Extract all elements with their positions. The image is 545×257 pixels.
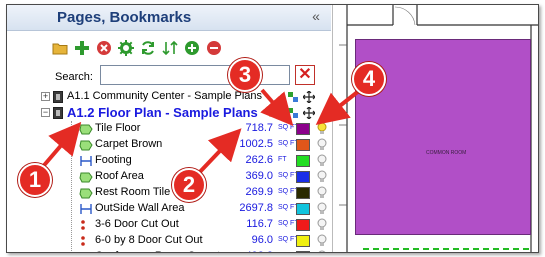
- add-icon[interactable]: [73, 39, 91, 57]
- condition-quantity: 492.8: [245, 250, 273, 252]
- sheet-highlight-icon[interactable]: [269, 107, 279, 120]
- folder-icon[interactable]: [51, 39, 69, 57]
- condition-quantity: 116.7: [246, 218, 273, 230]
- sheet-row[interactable]: − A1.2 Floor Plan - Sample Plans: [41, 105, 331, 121]
- room-label: COMMON ROOM: [426, 150, 467, 156]
- search-clear-button[interactable]: ✕: [295, 65, 315, 85]
- sheet-layers-icon[interactable]: [287, 107, 299, 122]
- color-swatch[interactable]: [296, 123, 310, 135]
- zoom-out-icon[interactable]: [205, 39, 223, 57]
- linear-condition-icon: [79, 155, 93, 167]
- lightbulb-off-icon[interactable]: [317, 170, 327, 184]
- condition-quantity: 369.0: [245, 170, 273, 182]
- count-condition-icon: [79, 235, 93, 247]
- condition-quantity: 269.9: [245, 186, 273, 198]
- condition-label: 6-0 by 8 Door Cut Out: [95, 234, 203, 246]
- count-condition-icon: [79, 219, 93, 231]
- lightbulb-off-icon[interactable]: [317, 218, 327, 232]
- lightbulb-off-icon[interactable]: [317, 154, 327, 168]
- app-frame: Pages, Bookmarks « Search: ✕ + A1.1 Comm…: [6, 4, 539, 253]
- callout-4: 4: [352, 62, 386, 96]
- lightbulb-on-icon[interactable]: [317, 122, 327, 136]
- condition-label: Footing: [95, 154, 132, 166]
- condition-row[interactable]: Conference Room Carpet 492.8 SQ FT: [41, 249, 331, 253]
- sort-icon[interactable]: [161, 39, 179, 57]
- condition-row[interactable]: OutSide Wall Area 2697.8 SQ FT: [41, 201, 331, 217]
- lightbulb-off-icon[interactable]: [317, 250, 327, 252]
- lightbulb-off-icon[interactable]: [317, 202, 327, 216]
- color-swatch[interactable]: [296, 187, 310, 199]
- color-swatch[interactable]: [296, 171, 310, 183]
- condition-row[interactable]: Tile Floor 718.7 SQ FT: [41, 121, 331, 137]
- condition-label: 3-6 Door Cut Out: [95, 218, 179, 230]
- condition-label: Conference Room Carpet: [95, 250, 220, 252]
- condition-row[interactable]: Footing 262.6 FT: [41, 153, 331, 169]
- area-condition-icon: [79, 171, 93, 183]
- lightbulb-off-icon[interactable]: [317, 234, 327, 248]
- refresh-icon[interactable]: [139, 39, 157, 57]
- area-condition-icon: [79, 251, 93, 252]
- color-swatch[interactable]: [296, 219, 310, 231]
- settings-icon[interactable]: [117, 39, 135, 57]
- condition-row[interactable]: Carpet Brown 1002.5 SQ FT: [41, 137, 331, 153]
- panel-toolbar: [51, 37, 223, 59]
- panel-title: Pages, Bookmarks: [57, 9, 192, 26]
- condition-label: Tile Floor: [95, 122, 141, 134]
- callout-3: 3: [228, 58, 262, 92]
- expand-toggle-icon[interactable]: +: [41, 92, 50, 101]
- drawing-canvas[interactable]: COMMON ROOM: [332, 5, 538, 252]
- condition-row[interactable]: 6-0 by 8 Door Cut Out 96.0 SQ FT: [41, 233, 331, 249]
- condition-label: Rest Room Tile: [95, 186, 171, 198]
- callout-2: 2: [172, 168, 206, 202]
- sheet-layers-icon[interactable]: [287, 91, 299, 106]
- sheet-label: A1.2 Floor Plan - Sample Plans: [67, 105, 258, 120]
- condition-unit: SQ FT: [278, 252, 299, 253]
- sheet-label: A1.1 Community Center - Sample Plans: [67, 90, 263, 102]
- area-condition-icon: [79, 139, 93, 151]
- sheet-move-icon[interactable]: [302, 90, 316, 106]
- condition-quantity: 718.7: [245, 122, 273, 134]
- color-swatch[interactable]: [296, 251, 310, 252]
- delete-icon[interactable]: [95, 39, 113, 57]
- lightbulb-off-icon[interactable]: [317, 138, 327, 152]
- color-swatch[interactable]: [296, 139, 310, 151]
- condition-label: OutSide Wall Area: [95, 202, 185, 214]
- condition-quantity: 96.0: [251, 234, 273, 246]
- callout-1: 1: [18, 163, 52, 197]
- condition-row[interactable]: 3-6 Door Cut Out 116.7 SQ FT: [41, 217, 331, 233]
- color-swatch[interactable]: [296, 235, 310, 247]
- page-icon: [53, 91, 63, 103]
- linear-condition-icon: [79, 203, 93, 215]
- area-condition-icon: [79, 123, 93, 135]
- panel-header: Pages, Bookmarks «: [7, 5, 331, 31]
- search-label: Search:: [55, 71, 93, 83]
- condition-label: Carpet Brown: [95, 138, 163, 150]
- collapse-button[interactable]: «: [308, 9, 324, 25]
- condition-unit: FT: [278, 156, 287, 163]
- page-icon: [53, 107, 63, 119]
- collapse-toggle-icon[interactable]: −: [41, 108, 50, 117]
- condition-quantity: 1002.5: [239, 138, 273, 150]
- area-condition-icon: [79, 187, 93, 199]
- condition-quantity: 262.6: [245, 154, 273, 166]
- condition-quantity: 2697.8: [239, 202, 273, 214]
- sheet-move-icon[interactable]: [302, 106, 316, 122]
- pages-bookmarks-panel: Pages, Bookmarks « Search: ✕ + A1.1 Comm…: [7, 5, 331, 253]
- color-swatch[interactable]: [296, 155, 310, 167]
- color-swatch[interactable]: [296, 203, 310, 215]
- lightbulb-off-icon[interactable]: [317, 186, 327, 200]
- condition-label: Roof Area: [95, 170, 144, 182]
- zoom-in-icon[interactable]: [183, 39, 201, 57]
- sheet-row[interactable]: + A1.1 Community Center - Sample Plans: [41, 89, 331, 105]
